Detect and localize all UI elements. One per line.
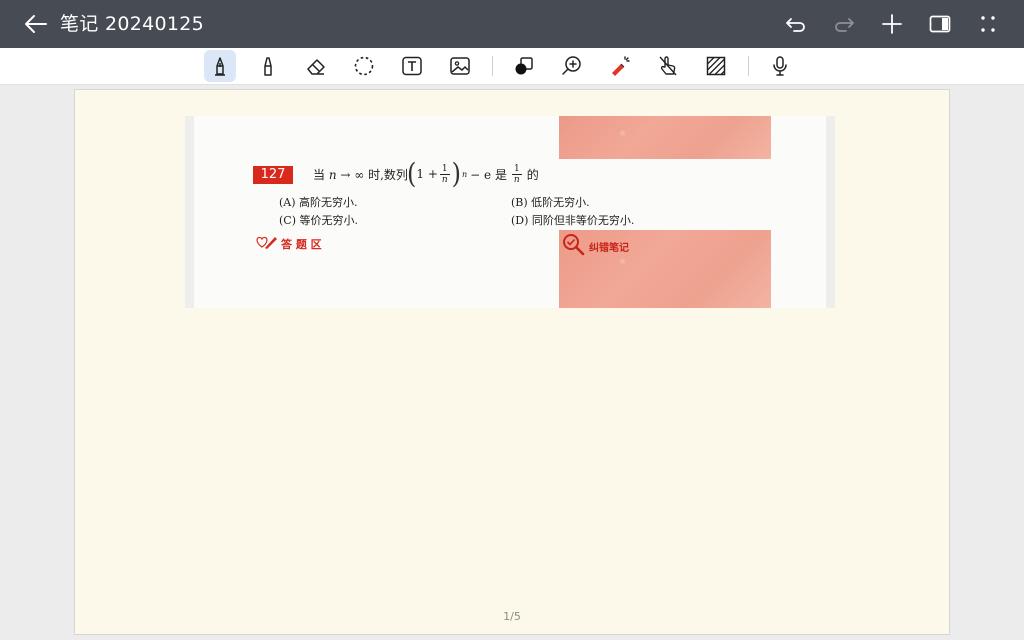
more-dots-icon[interactable] [976, 12, 1000, 36]
magnifier-check-icon [561, 232, 587, 260]
option-a: (A) 高阶无穷小. [279, 196, 358, 209]
toolbar-divider [748, 56, 749, 76]
scan-edge [185, 116, 194, 308]
option-c: (C) 等价无穷小. [279, 214, 358, 227]
question-expression: ( 1 + 1n ) n − e 是 1n 的 [407, 157, 539, 191]
laser-pointer-icon[interactable] [604, 50, 636, 82]
back-arrow-icon[interactable] [22, 12, 48, 36]
note-page[interactable]: 127 当 n → ∞ 时,数列 ( 1 + 1n ) n − e 是 1n 的 … [74, 89, 950, 635]
redaction-block [559, 116, 771, 159]
redo-icon[interactable] [832, 12, 856, 36]
pasted-question-image[interactable]: 127 当 n → ∞ 时,数列 ( 1 + 1n ) n − e 是 1n 的 … [185, 116, 835, 308]
eraser-icon[interactable] [300, 50, 332, 82]
page-indicator: 1/5 [503, 610, 521, 623]
error-notes-heading: 纠错笔记 [561, 232, 629, 260]
background-pattern-icon[interactable] [700, 50, 732, 82]
question-number: 127 [253, 166, 293, 184]
question-prefix: 当 n → ∞ 时,数列 [313, 168, 408, 182]
option-d: (D) 同阶但非等价无穷小. [511, 214, 635, 227]
microphone-icon[interactable] [764, 50, 796, 82]
title-bar: 笔记 20240125 [0, 0, 1024, 48]
toolbar-divider [492, 56, 493, 76]
pen-icon[interactable] [204, 50, 236, 82]
note-title[interactable]: 笔记 20240125 [60, 11, 204, 37]
option-b: (B) 低阶无穷小. [511, 196, 590, 209]
lasso-icon[interactable] [348, 50, 380, 82]
image-icon[interactable] [444, 50, 476, 82]
shape-icon[interactable] [508, 50, 540, 82]
add-icon[interactable] [880, 12, 904, 36]
text-box-icon[interactable] [396, 50, 428, 82]
scan-edge [826, 116, 835, 308]
answer-area-heading: 答 题 区 [255, 234, 322, 253]
undo-icon[interactable] [784, 12, 808, 36]
highlighter-icon[interactable] [252, 50, 284, 82]
sidebar-panel-icon[interactable] [928, 12, 952, 36]
drawing-toolbar [0, 48, 1024, 85]
zoom-icon[interactable] [556, 50, 588, 82]
hand-touch-icon[interactable] [652, 50, 684, 82]
heart-pen-icon [255, 234, 279, 253]
